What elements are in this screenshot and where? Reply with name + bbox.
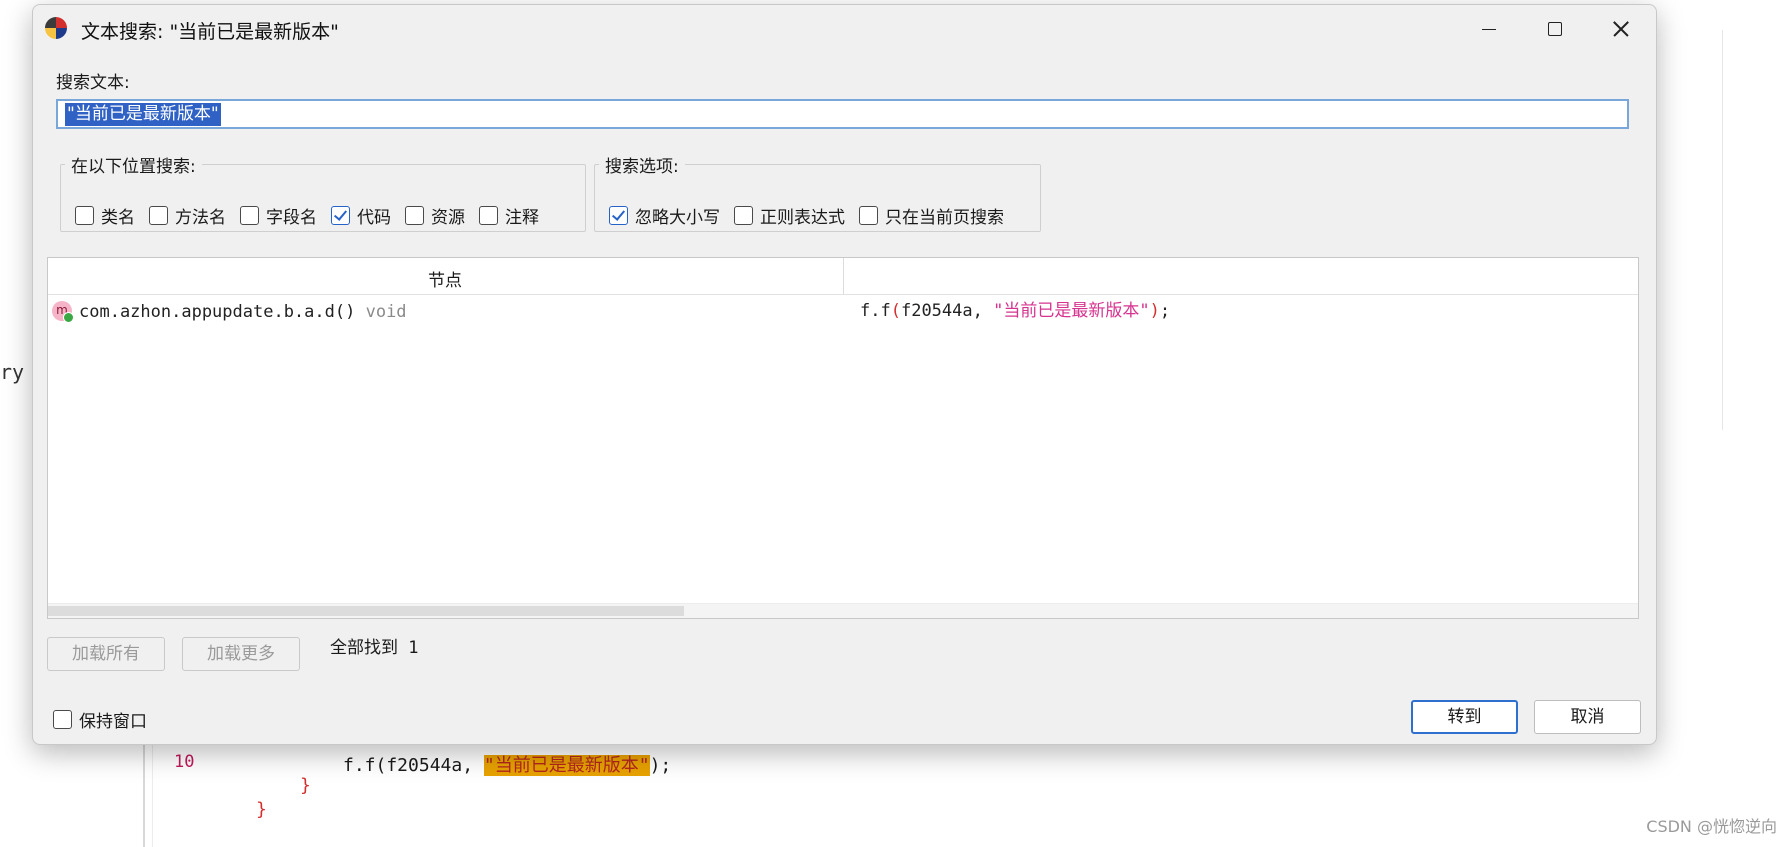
editor-brace-outer: } bbox=[256, 799, 267, 820]
checkbox-box[interactable] bbox=[53, 710, 72, 729]
search-location-legend: 在以下位置搜索: bbox=[71, 157, 196, 177]
checkbox-box[interactable] bbox=[405, 206, 424, 225]
results-header: 节点 bbox=[48, 258, 1638, 295]
checkbox-box[interactable] bbox=[149, 206, 168, 225]
method-icon: m bbox=[52, 301, 74, 323]
search-location-group: 在以下位置搜索: 类名 方法名 字段名 代码 资源 注释 bbox=[60, 152, 586, 232]
editor-line-number: 10 bbox=[174, 752, 195, 772]
close-button[interactable] bbox=[1601, 11, 1641, 45]
watermark: CSDN @恍惚逆向 bbox=[1646, 817, 1777, 836]
editor-gutter-divider-inner bbox=[152, 740, 153, 847]
result-node: com.azhon.appupdate.b.a.d() void bbox=[79, 302, 407, 322]
horizontal-scrollbar[interactable] bbox=[48, 603, 1638, 618]
search-input-selected-text: "当前已是最新版本" bbox=[65, 103, 221, 126]
column-separator[interactable] bbox=[843, 258, 844, 294]
checkbox-code[interactable]: 代码 bbox=[331, 203, 391, 228]
jadx-app-icon bbox=[45, 17, 67, 39]
table-row[interactable]: m com.azhon.appupdate.b.a.d() void f.f(f… bbox=[48, 296, 1638, 326]
results-table: 节点 m com.azhon.appupdate.b.a.d() void f.… bbox=[47, 257, 1639, 619]
checkbox-method-name[interactable]: 方法名 bbox=[149, 203, 226, 228]
checkbox-comments[interactable]: 注释 bbox=[479, 203, 539, 228]
search-input[interactable]: "当前已是最新版本" bbox=[56, 99, 1629, 129]
horizontal-scroll-thumb[interactable] bbox=[48, 606, 684, 616]
minimize-button[interactable] bbox=[1469, 11, 1509, 45]
checkbox-field-name[interactable]: 字段名 bbox=[240, 203, 317, 228]
checkbox-box[interactable] bbox=[859, 206, 878, 225]
checkbox-box[interactable] bbox=[734, 206, 753, 225]
background-code-fragment: ry bbox=[0, 360, 25, 384]
result-code: f.f(f20544a, "当前已是最新版本"); bbox=[860, 301, 1171, 321]
result-return-type: void bbox=[365, 302, 407, 322]
column-header-node[interactable]: 节点 bbox=[428, 266, 462, 291]
load-all-button[interactable]: 加载所有 bbox=[47, 637, 165, 671]
dialog-titlebar[interactable]: 文本搜索: "当前已是最新版本" bbox=[33, 5, 1656, 51]
checkbox-box-checked[interactable] bbox=[609, 206, 628, 225]
checkbox-class-name[interactable]: 类名 bbox=[75, 203, 135, 228]
search-options-group: 搜索选项: 忽略大小写 正则表达式 只在当前页搜索 bbox=[594, 152, 1041, 232]
cancel-button[interactable]: 取消 bbox=[1534, 700, 1641, 734]
background-editor-edge bbox=[1722, 30, 1723, 430]
checkbox-keep-window[interactable]: 保持窗口 bbox=[53, 707, 147, 732]
maximize-button[interactable] bbox=[1535, 11, 1575, 45]
checkbox-box[interactable] bbox=[75, 206, 94, 225]
text-search-dialog: 文本搜索: "当前已是最新版本" 搜索文本: "当前已是最新版本" 在以下位置搜… bbox=[32, 4, 1657, 745]
checkbox-current-page-only[interactable]: 只在当前页搜索 bbox=[859, 203, 1004, 228]
editor-brace-inner: } bbox=[300, 775, 311, 796]
checkbox-box-checked[interactable] bbox=[331, 206, 350, 225]
checkbox-box[interactable] bbox=[240, 206, 259, 225]
editor-gutter-divider bbox=[143, 740, 145, 847]
search-text-label: 搜索文本: bbox=[56, 73, 130, 93]
goto-button[interactable]: 转到 bbox=[1411, 700, 1518, 734]
results-count: 全部找到 1 bbox=[330, 638, 419, 658]
checkbox-box[interactable] bbox=[479, 206, 498, 225]
search-highlight: "当前已是最新版本" bbox=[483, 755, 650, 776]
load-more-button[interactable]: 加载更多 bbox=[182, 637, 300, 671]
checkbox-regex[interactable]: 正则表达式 bbox=[734, 203, 845, 228]
checkbox-ignore-case[interactable]: 忽略大小写 bbox=[609, 203, 720, 228]
checkbox-resources[interactable]: 资源 bbox=[405, 203, 465, 228]
search-options-legend: 搜索选项: bbox=[605, 157, 679, 177]
editor-code-line: f.f(f20544a, "当前已是最新版本"); bbox=[343, 755, 672, 776]
dialog-title: 文本搜索: "当前已是最新版本" bbox=[81, 21, 339, 43]
